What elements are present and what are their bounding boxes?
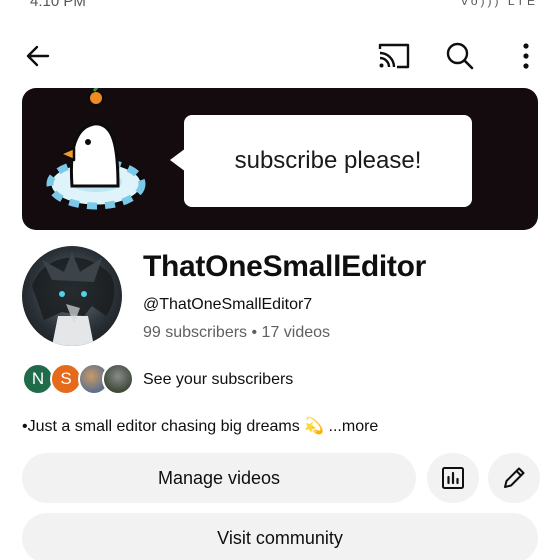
visit-community-button[interactable]: Visit community [22,513,538,560]
subscriber-avatar [102,363,134,395]
channel-stats: 99 subscribers • 17 videos [143,324,331,341]
analytics-icon [442,467,464,489]
status-bar: 4:10 PM Vo))) LTE [0,0,560,14]
cast-icon [378,43,410,69]
pencil-icon [504,467,525,488]
search-button[interactable] [440,36,480,76]
back-button[interactable] [18,36,58,76]
channel-avatar[interactable] [22,246,122,346]
speech-bubble: subscribe please! [184,115,472,207]
more-link[interactable]: ...more [324,418,379,435]
analytics-button[interactable] [427,453,479,503]
status-indicators: Vo))) LTE [460,0,538,8]
search-icon [446,42,474,70]
duck-mascot-image [46,88,146,210]
channel-banner[interactable]: subscribe please! [22,88,538,230]
description-text: •Just a small editor chasing big dreams … [22,418,325,435]
avatar-image [32,252,115,346]
see-subscribers-row[interactable]: N S See your subscribers [22,363,322,397]
more-vertical-icon [523,43,529,69]
app-bar [0,30,560,80]
channel-name: ThatOneSmallEditor [143,250,426,283]
manage-videos-button[interactable]: Manage videos [22,453,416,503]
manage-videos-label: Manage videos [157,467,281,488]
banner-text: subscribe please! [234,147,422,174]
channel-handle: @ThatOneSmallEditor7 [143,296,313,313]
cast-button[interactable] [374,36,414,76]
arrow-left-icon [26,45,50,67]
status-time: 4:10 PM [30,0,86,10]
visit-community-label: Visit community [217,527,343,548]
see-subscribers-label: See your subscribers [143,371,294,388]
edit-channel-button[interactable] [488,453,540,503]
channel-description[interactable]: •Just a small editor chasing big dreams … [22,416,378,436]
more-button[interactable] [506,36,546,76]
